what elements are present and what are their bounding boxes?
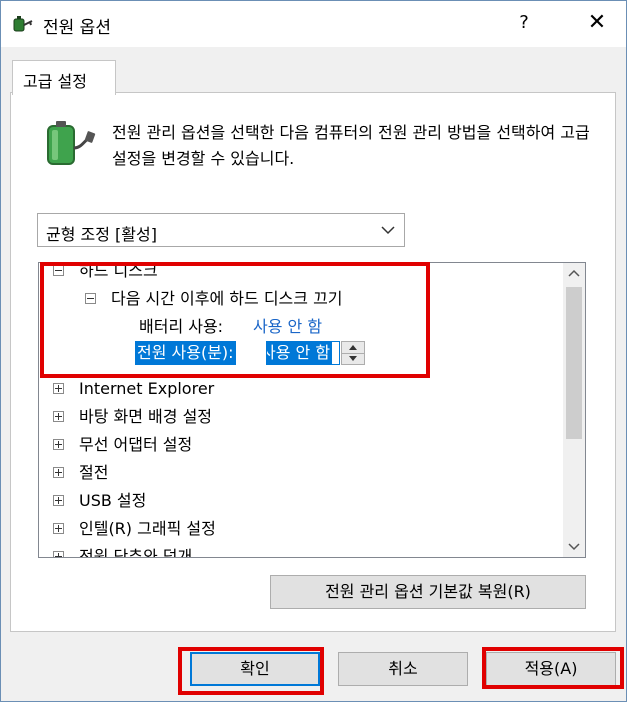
plugged-in-label: 전원 사용(분): (135, 341, 236, 365)
collapse-icon[interactable] (85, 293, 96, 304)
window-title: 전원 옵션 (43, 18, 111, 38)
expand-icon[interactable] (53, 383, 64, 394)
chevron-down-icon (381, 226, 395, 235)
expand-icon[interactable] (53, 551, 64, 557)
expand-icon[interactable] (53, 411, 64, 422)
expand-icon[interactable] (53, 439, 64, 450)
tree-item-label: 인텔(R) 그래픽 설정 (79, 519, 216, 538)
settings-tree[interactable]: 하드 디스크 다음 시간 이후에 하드 디스크 끄기 배터리 사용: 사용 안 … (38, 262, 586, 558)
battery-plug-icon (47, 121, 96, 165)
ok-button[interactable]: 확인 (190, 652, 320, 686)
tree-item-label: Internet Explorer (79, 379, 215, 398)
battery-plug-icon (13, 16, 33, 32)
tree-item-label: 하드 디스크 (79, 262, 158, 280)
scrollbar-thumb[interactable] (566, 287, 582, 439)
plugged-in-minutes-input[interactable]: 사용 안 함 (266, 341, 340, 365)
cancel-button[interactable]: 취소 (338, 652, 468, 686)
vertical-scrollbar[interactable] (563, 263, 585, 557)
plugged-in-value: 사용 안 함 (267, 342, 333, 364)
tree-item-label: 전원 단추와 덮개 (79, 547, 193, 558)
expand-icon[interactable] (53, 523, 64, 534)
title-bar: 전원 옵션 ? ✕ (1, 1, 626, 47)
tree-item-label: 바탕 화면 배경 설정 (79, 407, 213, 426)
description-text: 전원 관리 옵션을 선택한 다음 컴퓨터의 전원 관리 방법을 선택하여 고급 … (112, 123, 590, 168)
restore-defaults-button[interactable]: 전원 관리 옵션 기본값 복원(R) (270, 575, 586, 609)
battery-setting-row: 배터리 사용: 사용 안 함 (139, 313, 379, 341)
tab-advanced-settings[interactable]: 고급 설정 (12, 60, 116, 95)
scroll-up-icon[interactable] (563, 263, 585, 285)
tab-label: 고급 설정 (23, 72, 87, 91)
scroll-down-icon[interactable] (563, 535, 585, 557)
battery-value-link[interactable]: 사용 안 함 (253, 313, 322, 341)
power-plan-dropdown[interactable]: 균형 조정 [활성] (37, 213, 405, 247)
help-button[interactable]: ? (507, 7, 541, 39)
tree-item-label: 절전 (79, 463, 109, 482)
apply-button[interactable]: 적용(A) (486, 652, 616, 686)
battery-label: 배터리 사용: (139, 317, 224, 336)
collapse-icon[interactable] (53, 265, 64, 276)
tree-item-label: 무선 어댑터 설정 (79, 435, 193, 454)
power-plan-value: 균형 조정 [활성] (46, 225, 157, 244)
tree-item-label: USB 설정 (79, 491, 147, 510)
minutes-spinner[interactable] (341, 341, 365, 365)
tree-item-label: 다음 시간 이후에 하드 디스크 끄기 (111, 289, 343, 308)
spin-down-icon[interactable] (342, 353, 364, 364)
close-button[interactable]: ✕ (577, 7, 617, 39)
expand-icon[interactable] (53, 495, 64, 506)
expand-icon[interactable] (53, 467, 64, 478)
